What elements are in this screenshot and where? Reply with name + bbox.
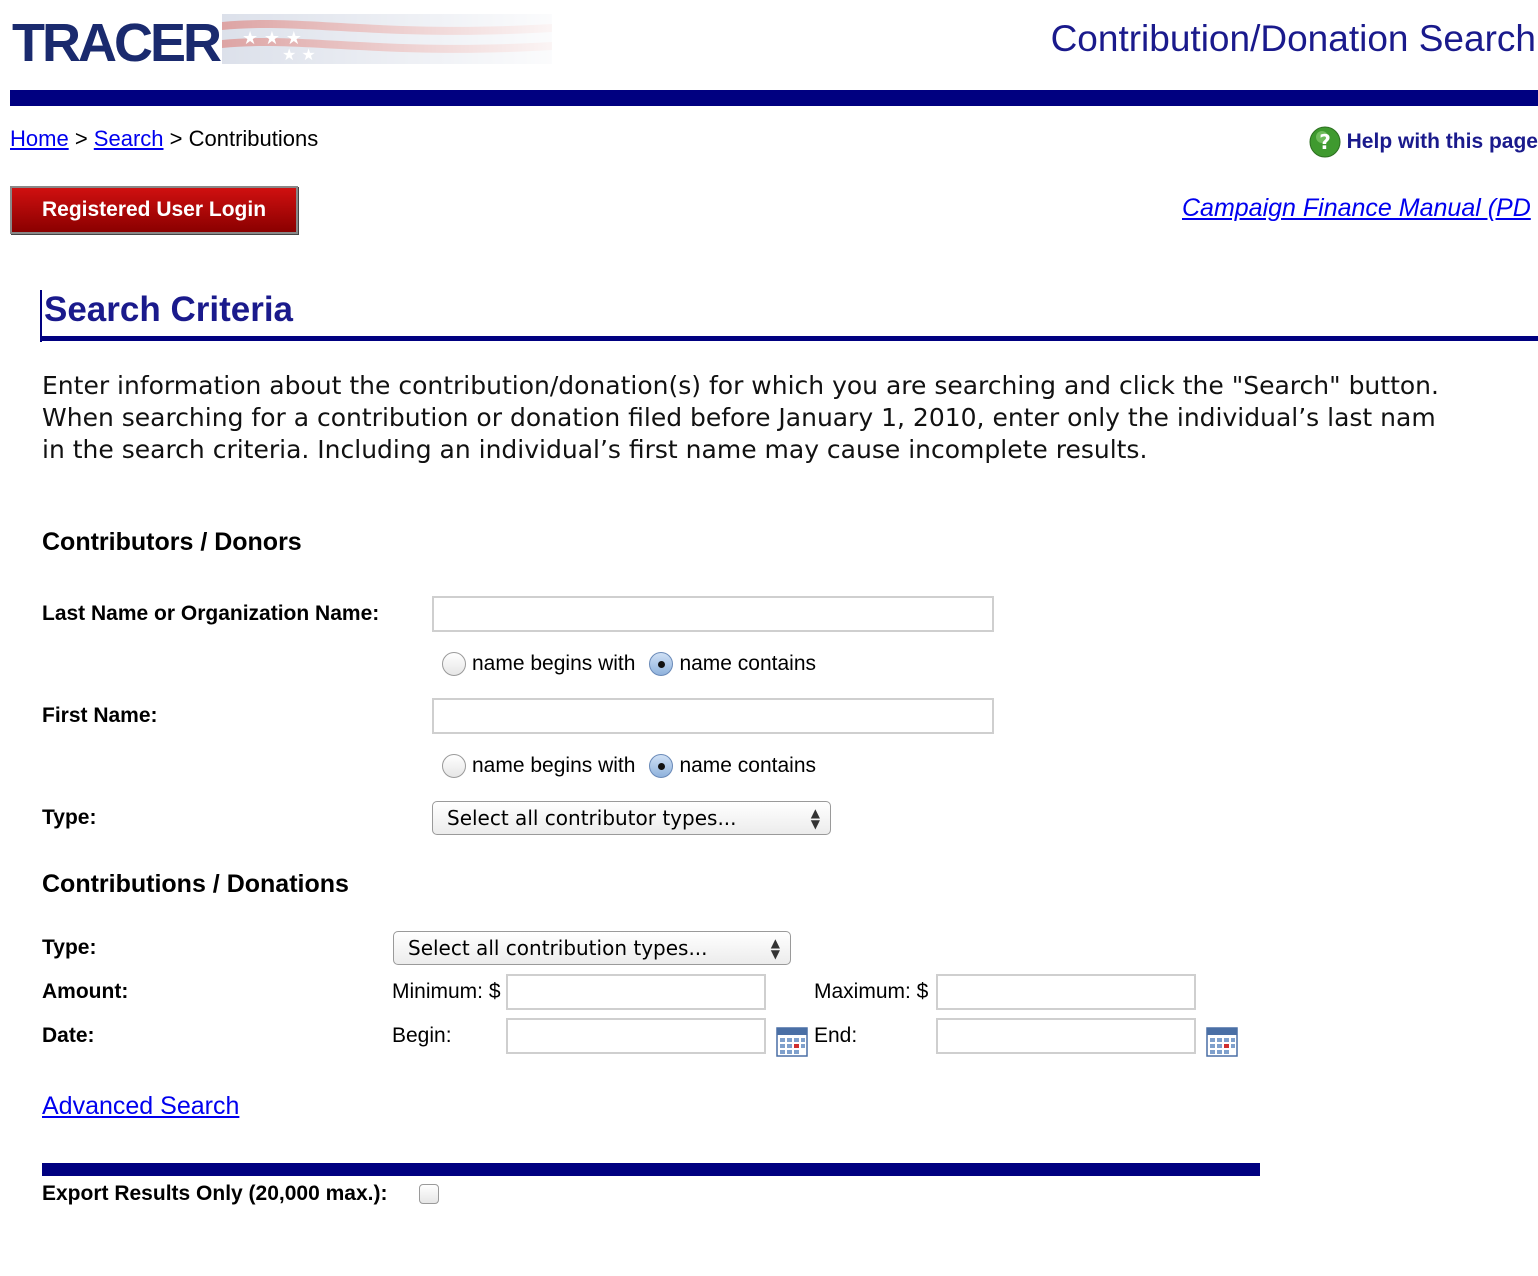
contributor-type-label: Type:: [42, 806, 97, 829]
breadcrumb-current: Contributions: [188, 126, 319, 151]
breadcrumb-separator: >: [169, 126, 183, 151]
maximum-label: Maximum: $: [814, 980, 929, 1003]
radio-label-contains: name contains: [679, 652, 817, 675]
first-name-begins-radio[interactable]: [442, 754, 466, 778]
select-arrows-icon: ▲ ▼: [770, 936, 780, 961]
date-label: Date:: [42, 1024, 95, 1047]
help-link[interactable]: ? Help with this page: [1309, 126, 1538, 158]
radio-label-contains: name contains: [679, 754, 817, 777]
logo-text: TRACER: [12, 13, 222, 73]
intro-line: in the search criteria. Including an ind…: [42, 435, 1148, 464]
radio-label-begins: name begins with: [472, 754, 636, 777]
breadcrumb-search-link[interactable]: Search: [94, 126, 164, 151]
last-name-match-options: name begins with name contains: [442, 652, 816, 676]
help-question-icon: ?: [1309, 126, 1341, 158]
breadcrumb-separator: >: [74, 126, 88, 151]
export-results-checkbox[interactable]: [419, 1184, 439, 1204]
header-divider: [10, 90, 1538, 106]
radio-label-begins: name begins with: [472, 652, 636, 675]
footer-divider: [42, 1163, 1260, 1176]
maximum-amount-input[interactable]: [936, 974, 1196, 1010]
last-name-contains-radio[interactable]: [649, 652, 674, 676]
search-criteria-title: Search Criteria: [44, 290, 294, 329]
svg-text:?: ?: [1319, 130, 1331, 154]
end-date-input[interactable]: [936, 1018, 1196, 1054]
minimum-amount-input[interactable]: [506, 974, 766, 1010]
export-results-label: Export Results Only (20,000 max.):: [42, 1182, 388, 1205]
intro-line: When searching for a contribution or don…: [42, 403, 1436, 432]
page-title: Contribution/Donation Search: [1050, 18, 1536, 59]
breadcrumb: Home > Search > Contributions: [10, 126, 318, 152]
campaign-finance-manual-link[interactable]: Campaign Finance Manual (PD: [1182, 194, 1531, 223]
end-calendar-icon[interactable]: [1206, 1027, 1238, 1057]
contribution-type-select[interactable]: Select all contribution types... ▲ ▼: [393, 931, 791, 965]
select-arrows-icon: ▲ ▼: [810, 806, 820, 831]
begin-calendar-icon[interactable]: [776, 1027, 808, 1057]
first-name-contains-radio[interactable]: [649, 754, 674, 778]
contributions-heading: Contributions / Donations: [42, 870, 349, 898]
contributor-type-select[interactable]: Select all contributor types... ▲ ▼: [432, 801, 831, 835]
contribution-type-label: Type:: [42, 936, 97, 959]
intro-line: Enter information about the contribution…: [42, 371, 1439, 400]
intro-text: Enter information about the contribution…: [42, 370, 1439, 466]
begin-date-input[interactable]: [506, 1018, 766, 1054]
breadcrumb-home-link[interactable]: Home: [10, 126, 69, 151]
last-name-begins-radio[interactable]: [442, 652, 466, 676]
first-name-match-options: name begins with name contains: [442, 754, 816, 778]
last-name-input[interactable]: [432, 596, 994, 632]
help-label: Help with this page: [1346, 130, 1538, 153]
end-date-label: End:: [814, 1024, 858, 1047]
last-name-label: Last Name or Organization Name:: [42, 602, 380, 625]
tracer-logo: TRACER: [12, 12, 222, 74]
amount-label: Amount:: [42, 980, 129, 1003]
contribution-type-selected: Select all contribution types...: [408, 936, 708, 960]
section-left-border: [40, 290, 42, 342]
search-criteria-divider: [40, 336, 1538, 341]
minimum-label: Minimum: $: [392, 980, 501, 1003]
advanced-search-link[interactable]: Advanced Search: [42, 1092, 239, 1121]
first-name-input[interactable]: [432, 698, 994, 734]
registered-user-login-button[interactable]: Registered User Login: [10, 186, 298, 234]
contributors-heading: Contributors / Donors: [42, 528, 302, 556]
contributor-type-selected: Select all contributor types...: [447, 806, 737, 830]
first-name-label: First Name:: [42, 704, 158, 727]
begin-date-label: Begin:: [392, 1024, 452, 1047]
flag-banner-icon: ★ ★ ★ ★ ★: [222, 14, 552, 64]
